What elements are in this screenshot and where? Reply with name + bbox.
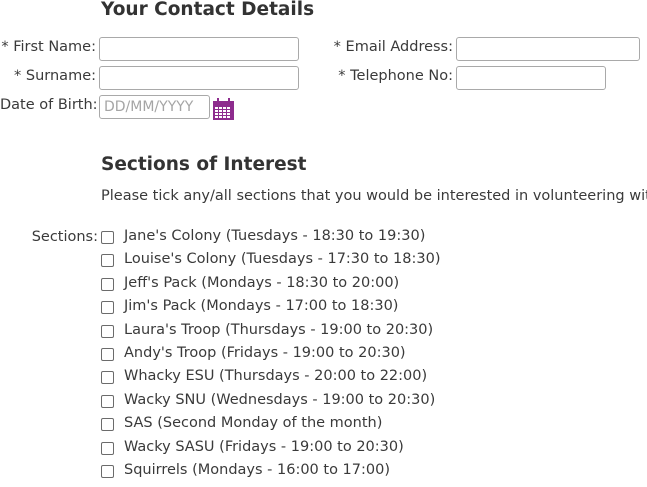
sections-label: Sections:: [31, 229, 98, 245]
email-field[interactable]: [456, 37, 640, 61]
section-option-label[interactable]: Whacky ESU (Thursdays - 20:00 to 22:00): [124, 368, 427, 384]
contact-details-heading: Your Contact Details: [101, 0, 315, 20]
section-checkbox[interactable]: [101, 231, 114, 244]
calendar-icon[interactable]: [213, 98, 234, 120]
section-option-label[interactable]: SAS (Second Monday of the month): [124, 415, 382, 431]
section-checkbox[interactable]: [101, 325, 114, 338]
section-checkbox[interactable]: [101, 418, 114, 431]
dob-label: Date of Birth:: [0, 97, 98, 113]
section-checkbox[interactable]: [101, 442, 114, 455]
section-option-label[interactable]: Jeff's Pack (Mondays - 18:30 to 20:00): [124, 275, 399, 291]
email-label: * Email Address:: [333, 39, 453, 55]
section-option-label[interactable]: Jim's Pack (Mondays - 17:00 to 18:30): [124, 298, 398, 314]
section-option-label[interactable]: Louise's Colony (Tuesdays - 17:30 to 18:…: [124, 251, 440, 267]
telephone-label: * Telephone No:: [338, 68, 453, 84]
section-option-label[interactable]: Jane's Colony (Tuesdays - 18:30 to 19:30…: [124, 228, 425, 244]
section-option-label[interactable]: Wacky SASU (Fridays - 19:00 to 20:30): [124, 439, 404, 455]
section-option-label[interactable]: Wacky SNU (Wednesdays - 19:00 to 20:30): [124, 392, 435, 408]
surname-field[interactable]: [99, 66, 299, 90]
sections-heading: Sections of Interest: [101, 154, 307, 175]
section-checkbox[interactable]: [101, 371, 114, 384]
section-checkbox[interactable]: [101, 348, 114, 361]
section-option-label[interactable]: Andy's Troop (Fridays - 19:00 to 20:30): [124, 345, 406, 361]
section-checkbox[interactable]: [101, 278, 114, 291]
surname-label: * Surname:: [14, 68, 96, 84]
telephone-field[interactable]: [456, 66, 606, 90]
first-name-field[interactable]: [99, 37, 299, 61]
section-checkbox[interactable]: [101, 395, 114, 408]
section-option-label[interactable]: Laura's Troop (Thursdays - 19:00 to 20:3…: [124, 322, 433, 338]
sections-description: Please tick any/all sections that you wo…: [101, 188, 647, 204]
dob-field[interactable]: [99, 95, 210, 119]
section-checkbox[interactable]: [101, 465, 114, 478]
section-option-label[interactable]: Squirrels (Mondays - 16:00 to 17:00): [124, 462, 390, 478]
section-checkbox[interactable]: [101, 301, 114, 314]
section-checkbox[interactable]: [101, 254, 114, 267]
first-name-label: * First Name:: [1, 39, 96, 55]
